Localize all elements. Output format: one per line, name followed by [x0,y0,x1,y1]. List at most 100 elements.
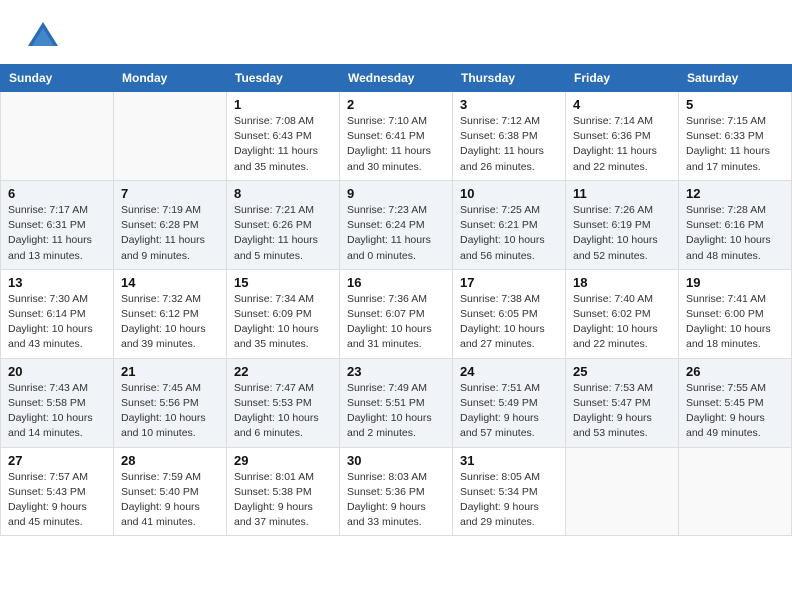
cell-content: Sunrise: 7:17 AM Sunset: 6:31 PM Dayligh… [8,203,106,264]
calendar-cell: 28 Sunrise: 7:59 AM Sunset: 5:40 PM Dayli… [114,447,227,536]
calendar-cell: 23 Sunrise: 7:49 AM Sunset: 5:51 PM Dayli… [340,358,453,447]
calendar-week-row: 1 Sunrise: 7:08 AM Sunset: 6:43 PM Daylig… [1,92,792,181]
day-number: 5 [686,97,784,112]
calendar-cell: 8 Sunrise: 7:21 AM Sunset: 6:26 PM Daylig… [227,180,340,269]
calendar-cell: 27 Sunrise: 7:57 AM Sunset: 5:43 PM Dayli… [1,447,114,536]
calendar-cell: 11Sunrise: 7:26 AM Sunset: 6:19 PM Dayli… [566,180,679,269]
day-number: 23 [347,364,445,379]
calendar-cell: 15 Sunrise: 7:34 AM Sunset: 6:09 PM Dayli… [227,269,340,358]
day-number: 30 [347,453,445,468]
days-of-week-row: SundayMondayTuesdayWednesdayThursdayFrid… [1,65,792,92]
day-number: 2 [347,97,445,112]
day-number: 13 [8,275,106,290]
calendar-cell: 26Sunrise: 7:55 AM Sunset: 5:45 PM Dayli… [679,358,792,447]
day-number: 31 [460,453,558,468]
day-number: 3 [460,97,558,112]
cell-content: Sunrise: 7:47 AM Sunset: 5:53 PM Dayligh… [234,381,332,442]
calendar-cell: 5 Sunrise: 7:15 AM Sunset: 6:33 PM Daylig… [679,92,792,181]
cell-content: Sunrise: 7:59 AM Sunset: 5:40 PM Dayligh… [121,470,219,531]
day-number: 6 [8,186,106,201]
logo [24,18,64,56]
day-number: 9 [347,186,445,201]
page-header [0,0,792,64]
calendar-cell: 29 Sunrise: 8:01 AM Sunset: 5:38 PM Dayli… [227,447,340,536]
calendar-cell: 18 Sunrise: 7:40 AM Sunset: 6:02 PM Dayli… [566,269,679,358]
calendar-cell: 17 Sunrise: 7:38 AM Sunset: 6:05 PM Dayli… [453,269,566,358]
cell-content: Sunrise: 7:15 AM Sunset: 6:33 PM Dayligh… [686,114,784,175]
day-number: 19 [686,275,784,290]
cell-content: Sunrise: 7:12 AM Sunset: 6:38 PM Dayligh… [460,114,558,175]
calendar-cell: 4 Sunrise: 7:14 AM Sunset: 6:36 PM Daylig… [566,92,679,181]
calendar-cell: 14 Sunrise: 7:32 AM Sunset: 6:12 PM Dayli… [114,269,227,358]
day-number: 14 [121,275,219,290]
calendar-week-row: 20 Sunrise: 7:43 AM Sunset: 5:58 PM Dayli… [1,358,792,447]
dow-header: Tuesday [227,65,340,92]
logo-icon [24,18,62,56]
cell-content: Sunrise: 7:57 AM Sunset: 5:43 PM Dayligh… [8,470,106,531]
calendar-cell: 12 Sunrise: 7:28 AM Sunset: 6:16 PM Dayli… [679,180,792,269]
day-number: 16 [347,275,445,290]
cell-content: Sunrise: 7:34 AM Sunset: 6:09 PM Dayligh… [234,292,332,353]
day-number: 22 [234,364,332,379]
cell-content: Sunrise: 7:40 AM Sunset: 6:02 PM Dayligh… [573,292,671,353]
cell-content: Sunrise: 7:28 AM Sunset: 6:16 PM Dayligh… [686,203,784,264]
cell-content: Sunrise: 7:08 AM Sunset: 6:43 PM Dayligh… [234,114,332,175]
calendar-cell [566,447,679,536]
day-number: 20 [8,364,106,379]
day-number: 12 [686,186,784,201]
cell-content: Sunrise: 7:49 AM Sunset: 5:51 PM Dayligh… [347,381,445,442]
day-number: 15 [234,275,332,290]
calendar-table: SundayMondayTuesdayWednesdayThursdayFrid… [0,64,792,536]
cell-content: Sunrise: 7:38 AM Sunset: 6:05 PM Dayligh… [460,292,558,353]
calendar-cell: 2 Sunrise: 7:10 AM Sunset: 6:41 PM Daylig… [340,92,453,181]
day-number: 17 [460,275,558,290]
cell-content: Sunrise: 7:43 AM Sunset: 5:58 PM Dayligh… [8,381,106,442]
dow-header: Wednesday [340,65,453,92]
calendar-cell: 1 Sunrise: 7:08 AM Sunset: 6:43 PM Daylig… [227,92,340,181]
calendar-cell: 3 Sunrise: 7:12 AM Sunset: 6:38 PM Daylig… [453,92,566,181]
cell-content: Sunrise: 7:55 AM Sunset: 5:45 PM Dayligh… [686,381,784,442]
calendar-cell: 9 Sunrise: 7:23 AM Sunset: 6:24 PM Daylig… [340,180,453,269]
day-number: 7 [121,186,219,201]
calendar-body: 1 Sunrise: 7:08 AM Sunset: 6:43 PM Daylig… [1,92,792,536]
dow-header: Friday [566,65,679,92]
cell-content: Sunrise: 7:51 AM Sunset: 5:49 PM Dayligh… [460,381,558,442]
day-number: 28 [121,453,219,468]
cell-content: Sunrise: 8:01 AM Sunset: 5:38 PM Dayligh… [234,470,332,531]
day-number: 1 [234,97,332,112]
cell-content: Sunrise: 7:36 AM Sunset: 6:07 PM Dayligh… [347,292,445,353]
day-number: 18 [573,275,671,290]
calendar-cell: 13 Sunrise: 7:30 AM Sunset: 6:14 PM Dayli… [1,269,114,358]
calendar-cell: 24Sunrise: 7:51 AM Sunset: 5:49 PM Dayli… [453,358,566,447]
calendar-cell [679,447,792,536]
calendar-cell [114,92,227,181]
day-number: 27 [8,453,106,468]
cell-content: Sunrise: 7:30 AM Sunset: 6:14 PM Dayligh… [8,292,106,353]
day-number: 10 [460,186,558,201]
cell-content: Sunrise: 8:05 AM Sunset: 5:34 PM Dayligh… [460,470,558,531]
calendar-cell: 6 Sunrise: 7:17 AM Sunset: 6:31 PM Daylig… [1,180,114,269]
cell-content: Sunrise: 7:23 AM Sunset: 6:24 PM Dayligh… [347,203,445,264]
cell-content: Sunrise: 7:26 AM Sunset: 6:19 PM Dayligh… [573,203,671,264]
calendar-cell: 16 Sunrise: 7:36 AM Sunset: 6:07 PM Dayli… [340,269,453,358]
day-number: 29 [234,453,332,468]
day-number: 25 [573,364,671,379]
calendar-week-row: 6 Sunrise: 7:17 AM Sunset: 6:31 PM Daylig… [1,180,792,269]
cell-content: Sunrise: 7:25 AM Sunset: 6:21 PM Dayligh… [460,203,558,264]
cell-content: Sunrise: 7:32 AM Sunset: 6:12 PM Dayligh… [121,292,219,353]
calendar-cell: 20 Sunrise: 7:43 AM Sunset: 5:58 PM Dayli… [1,358,114,447]
calendar-cell: 19 Sunrise: 7:41 AM Sunset: 6:00 PM Dayli… [679,269,792,358]
day-number: 4 [573,97,671,112]
cell-content: Sunrise: 7:53 AM Sunset: 5:47 PM Dayligh… [573,381,671,442]
calendar-cell: 22 Sunrise: 7:47 AM Sunset: 5:53 PM Dayli… [227,358,340,447]
calendar-cell: 31 Sunrise: 8:05 AM Sunset: 5:34 PM Dayli… [453,447,566,536]
calendar-week-row: 13 Sunrise: 7:30 AM Sunset: 6:14 PM Dayli… [1,269,792,358]
calendar-cell: 10 Sunrise: 7:25 AM Sunset: 6:21 PM Dayli… [453,180,566,269]
cell-content: Sunrise: 7:14 AM Sunset: 6:36 PM Dayligh… [573,114,671,175]
dow-header: Saturday [679,65,792,92]
day-number: 8 [234,186,332,201]
calendar-week-row: 27 Sunrise: 7:57 AM Sunset: 5:43 PM Dayli… [1,447,792,536]
cell-content: Sunrise: 7:41 AM Sunset: 6:00 PM Dayligh… [686,292,784,353]
cell-content: Sunrise: 7:10 AM Sunset: 6:41 PM Dayligh… [347,114,445,175]
cell-content: Sunrise: 7:21 AM Sunset: 6:26 PM Dayligh… [234,203,332,264]
